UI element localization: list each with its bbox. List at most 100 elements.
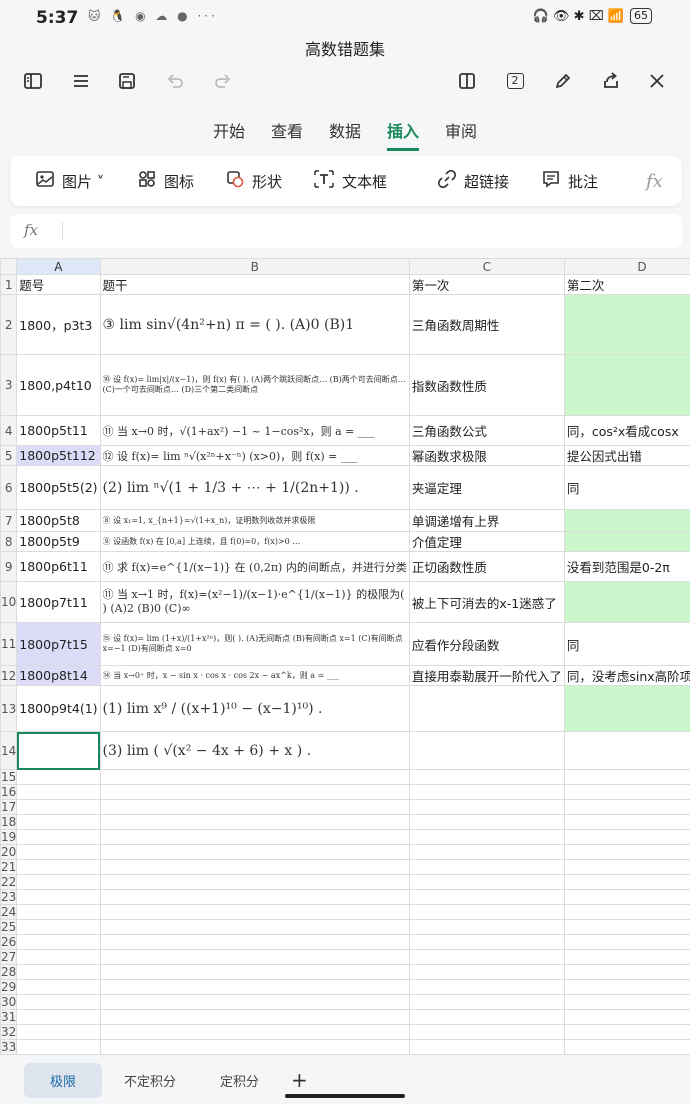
empty-cell[interactable] bbox=[408, 904, 565, 920]
row-header[interactable]: 16 bbox=[0, 784, 18, 800]
empty-cell[interactable] bbox=[16, 919, 101, 935]
cell-c13[interactable] bbox=[408, 685, 565, 732]
row-header[interactable]: 2 bbox=[0, 294, 18, 355]
empty-cell[interactable] bbox=[16, 799, 101, 815]
cell-b8[interactable]: ⑨ 设函数 f(x) 在 [0,a] 上连续，且 f(0)=0，f(x)>0 … bbox=[99, 531, 410, 552]
cell-b4[interactable]: ⑪ 当 x→0 时，√(1+ax²) −1 ~ 1−cos²x，则 a = __… bbox=[99, 415, 410, 446]
row-header[interactable]: 11 bbox=[0, 622, 18, 666]
empty-cell[interactable] bbox=[563, 904, 690, 920]
empty-cell[interactable] bbox=[563, 994, 690, 1010]
empty-cell[interactable] bbox=[408, 769, 565, 785]
row-header[interactable]: 20 bbox=[0, 844, 18, 860]
empty-cell[interactable] bbox=[16, 934, 101, 950]
redo-icon[interactable] bbox=[208, 66, 238, 96]
cell-d11[interactable]: 同 bbox=[563, 622, 690, 666]
empty-cell[interactable] bbox=[99, 814, 410, 830]
page-count-icon[interactable]: 2 bbox=[500, 66, 530, 96]
empty-cell[interactable] bbox=[408, 934, 565, 950]
cell-c3[interactable]: 指数函数性质 bbox=[408, 354, 565, 416]
cell-d3[interactable] bbox=[563, 354, 690, 416]
empty-cell[interactable] bbox=[563, 799, 690, 815]
cell-a3[interactable]: 1800,p4t10 bbox=[16, 354, 101, 416]
home-indicator[interactable] bbox=[285, 1094, 405, 1098]
empty-cell[interactable] bbox=[99, 859, 410, 875]
empty-cell[interactable] bbox=[563, 784, 690, 800]
row-header[interactable]: 27 bbox=[0, 949, 18, 965]
cell-b14[interactable]: (3) lim ( √(x² − 4x + 6) + x ) . bbox=[99, 731, 410, 770]
empty-cell[interactable] bbox=[16, 1039, 101, 1055]
empty-cell[interactable] bbox=[408, 784, 565, 800]
empty-cell[interactable] bbox=[408, 964, 565, 980]
row-header[interactable]: 21 bbox=[0, 859, 18, 875]
row-header[interactable]: 24 bbox=[0, 904, 18, 920]
row-header[interactable]: 6 bbox=[0, 465, 18, 510]
cell-d7[interactable] bbox=[563, 509, 690, 532]
cell-d8[interactable] bbox=[563, 531, 690, 552]
row-header[interactable]: 19 bbox=[0, 829, 18, 845]
empty-cell[interactable] bbox=[99, 874, 410, 890]
row-header[interactable]: 1 bbox=[0, 274, 18, 295]
empty-cell[interactable] bbox=[16, 949, 101, 965]
cell-d4[interactable]: 同，cos²x看成cosx bbox=[563, 415, 690, 446]
empty-cell[interactable] bbox=[16, 844, 101, 860]
empty-cell[interactable] bbox=[16, 784, 101, 800]
cell-d9[interactable]: 没看到范围是0-2π bbox=[563, 551, 690, 582]
insert-function-button[interactable]: fx bbox=[646, 156, 663, 206]
close-icon[interactable] bbox=[642, 66, 672, 96]
row-header[interactable]: 28 bbox=[0, 964, 18, 980]
empty-cell[interactable] bbox=[99, 784, 410, 800]
empty-cell[interactable] bbox=[16, 874, 101, 890]
row-header[interactable]: 25 bbox=[0, 919, 18, 935]
empty-cell[interactable] bbox=[99, 949, 410, 965]
insert-chart-button[interactable]: 图标 bbox=[138, 156, 194, 206]
row-header[interactable]: 33 bbox=[0, 1039, 18, 1055]
insert-comment-button[interactable]: 批注 bbox=[542, 156, 598, 206]
row-header[interactable]: 23 bbox=[0, 889, 18, 905]
empty-cell[interactable] bbox=[99, 799, 410, 815]
empty-cell[interactable] bbox=[99, 829, 410, 845]
empty-cell[interactable] bbox=[408, 1039, 565, 1055]
cell-c1[interactable]: 第一次 bbox=[408, 274, 565, 295]
row-header[interactable]: 12 bbox=[0, 665, 18, 686]
column-header-d[interactable]: D bbox=[563, 258, 690, 275]
cell-d14[interactable] bbox=[563, 731, 690, 770]
cell-b10[interactable]: ⑪ 当 x→1 时，f(x)=(x²−1)/(x−1)·e^{1/(x−1)} … bbox=[99, 581, 410, 623]
cell-a4[interactable]: 1800p5t11 bbox=[16, 415, 101, 446]
cell-d10[interactable] bbox=[563, 581, 690, 623]
empty-cell[interactable] bbox=[408, 1024, 565, 1040]
cell-b6[interactable]: (2) lim ⁿ√(1 + 1/3 + ⋯ + 1/(2n+1)) . bbox=[99, 465, 410, 510]
empty-cell[interactable] bbox=[408, 874, 565, 890]
empty-cell[interactable] bbox=[408, 994, 565, 1010]
empty-cell[interactable] bbox=[16, 979, 101, 995]
undo-icon[interactable] bbox=[160, 66, 190, 96]
cell-c2[interactable]: 三角函数周期性 bbox=[408, 294, 565, 355]
empty-cell[interactable] bbox=[408, 844, 565, 860]
empty-cell[interactable] bbox=[408, 889, 565, 905]
empty-cell[interactable] bbox=[408, 814, 565, 830]
empty-cell[interactable] bbox=[563, 769, 690, 785]
cell-b12[interactable]: ⑭ 当 x→0⁺ 时，x − sin x · cos x · cos 2x ~ … bbox=[99, 665, 410, 686]
menu-icon[interactable] bbox=[66, 66, 96, 96]
row-header[interactable]: 5 bbox=[0, 445, 18, 466]
empty-cell[interactable] bbox=[408, 1054, 565, 1055]
empty-cell[interactable] bbox=[99, 919, 410, 935]
empty-cell[interactable] bbox=[563, 1024, 690, 1040]
tab-view[interactable]: 查看 bbox=[271, 118, 303, 151]
cell-b11[interactable]: ⑮ 设 f(x)= lim (1+x)/(1+x²ⁿ)，则( ). (A)无间断… bbox=[99, 622, 410, 666]
tab-insert[interactable]: 插入 bbox=[387, 118, 420, 151]
cell-d6[interactable]: 同 bbox=[563, 465, 690, 510]
cell-a1[interactable]: 题号 bbox=[16, 274, 101, 295]
row-header[interactable]: 34 bbox=[0, 1054, 18, 1055]
empty-cell[interactable] bbox=[99, 904, 410, 920]
cell-c7[interactable]: 单调递增有上界 bbox=[408, 509, 565, 532]
cell-a5[interactable]: 1800p5t112 bbox=[16, 445, 101, 466]
cell-c9[interactable]: 正切函数性质 bbox=[408, 551, 565, 582]
sheet-tab-limits[interactable]: 极限 bbox=[24, 1062, 103, 1098]
row-header[interactable]: 15 bbox=[0, 769, 18, 785]
cell-b13[interactable]: (1) lim x⁹ / ((x+1)¹⁰ − (x−1)¹⁰) . bbox=[99, 685, 410, 732]
tab-review[interactable]: 审阅 bbox=[445, 118, 477, 151]
cell-d5[interactable]: 提公因式出错 bbox=[563, 445, 690, 466]
row-header[interactable]: 8 bbox=[0, 531, 18, 552]
empty-cell[interactable] bbox=[16, 769, 101, 785]
empty-cell[interactable] bbox=[99, 889, 410, 905]
